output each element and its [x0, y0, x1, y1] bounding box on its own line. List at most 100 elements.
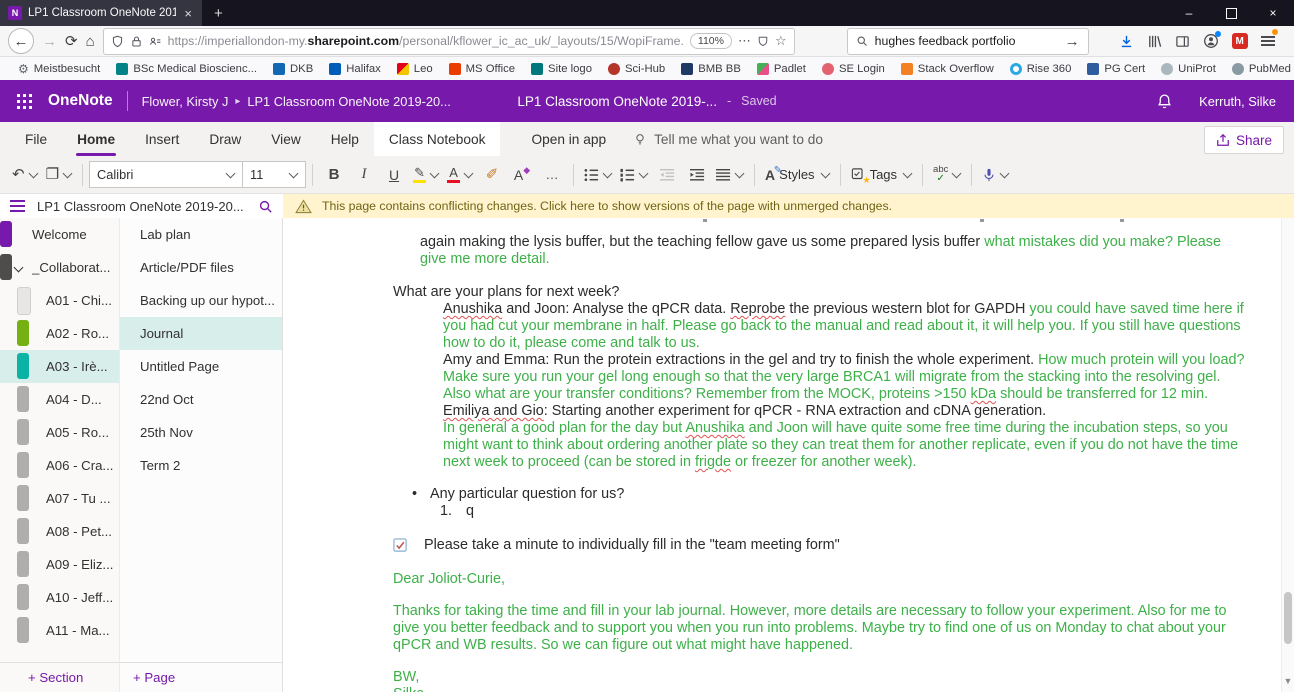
tell-me-box[interactable]: Tell me what you want to do [621, 122, 835, 156]
bookmark-item[interactable]: MS Office [441, 63, 523, 75]
bold-button[interactable]: B [319, 161, 349, 189]
bookmark-item[interactable]: Sci-Hub [600, 63, 673, 75]
tab-close-icon[interactable]: × [182, 6, 194, 21]
browser-tab[interactable]: N LP1 Classroom OneNote 2019- × [0, 0, 202, 26]
sidebar-section-item[interactable]: A08 - Pet... [0, 515, 119, 548]
format-painter-button[interactable]: ✐ [477, 161, 507, 189]
page-content[interactable]: again making the lysis buffer, but the t… [283, 218, 1294, 692]
bookmark-item[interactable]: Rise 360 [1002, 63, 1080, 75]
dictate-button[interactable] [978, 161, 1013, 189]
alignment-button[interactable] [712, 161, 748, 189]
sidebar-page-item[interactable]: Journal [120, 317, 282, 350]
tags-button[interactable]: ★Tags [847, 161, 916, 189]
scrollbar-thumb[interactable] [1284, 592, 1292, 644]
menu-icon[interactable] [1261, 33, 1275, 49]
clear-formatting-button[interactable]: A◆ [507, 161, 537, 189]
tab-draw[interactable]: Draw [194, 122, 256, 156]
notebook-title[interactable]: LP1 Classroom OneNote 2019-20... [37, 199, 246, 214]
library-icon[interactable] [1147, 34, 1162, 49]
sidebar-page-item[interactable]: Lab plan [120, 218, 282, 251]
sidebar-section-item[interactable]: A06 - Cra... [0, 449, 119, 482]
sidebar-page-item[interactable]: Term 2 [120, 449, 282, 482]
sidebar-section-item[interactable]: A07 - Tu ... [0, 482, 119, 515]
back-button[interactable]: ← [8, 28, 34, 54]
spellcheck-button[interactable]: abc✓ [929, 161, 965, 189]
undo-button[interactable]: ↶ [8, 161, 42, 189]
pocket-icon[interactable] [757, 35, 769, 47]
sidebar-section-item[interactable]: _Collaborat... [0, 251, 119, 284]
new-tab-button[interactable]: + [202, 0, 235, 26]
chevron-down-icon[interactable] [14, 263, 24, 273]
maximize-button[interactable] [1210, 0, 1252, 26]
search-go-icon[interactable]: → [1065, 34, 1080, 49]
bookmark-star-icon[interactable]: ☆ [775, 33, 787, 49]
sidebar-section-item[interactable]: Welcome [0, 218, 119, 251]
reload-button[interactable]: ⟳ [65, 34, 78, 49]
tab-help[interactable]: Help [316, 122, 374, 156]
app-launcher-waffle-icon[interactable] [0, 100, 48, 103]
italic-button[interactable]: I [349, 161, 379, 189]
sidebar-section-item[interactable]: A03 - Irè... [0, 350, 119, 383]
bookmark-item[interactable]: Leo [389, 63, 441, 75]
bookmark-item[interactable]: PG Cert [1079, 63, 1153, 75]
font-family-select[interactable]: Calibri [89, 161, 243, 188]
close-button[interactable]: × [1252, 0, 1294, 26]
sidebar-section-item[interactable]: A10 - Jeff... [0, 581, 119, 614]
sidebar-section-item[interactable]: A09 - Eliz... [0, 548, 119, 581]
outdent-button[interactable] [652, 161, 682, 189]
todo-checkbox[interactable] [393, 537, 408, 553]
shield-icon[interactable] [111, 35, 124, 48]
account-icon[interactable] [1203, 33, 1219, 49]
paste-button[interactable]: ❐ [42, 161, 76, 189]
scrollbar-down-arrow[interactable]: ▼ [1282, 673, 1294, 690]
add-page-button[interactable]: + Page [120, 662, 282, 692]
tab-class-notebook[interactable]: Class Notebook [374, 122, 501, 156]
downloads-icon[interactable] [1119, 34, 1134, 49]
bookmark-item[interactable]: SE Login [814, 63, 893, 75]
bookmark-item[interactable]: DKB [265, 63, 321, 75]
sidebar-page-item[interactable]: 22nd Oct [120, 383, 282, 416]
more-formatting-icon[interactable]: … [537, 161, 567, 189]
minimize-button[interactable]: – [1168, 0, 1210, 26]
sidebar-section-item[interactable]: A02 - Ro... [0, 317, 119, 350]
lock-icon[interactable] [130, 35, 143, 48]
bookmark-item[interactable]: Padlet [749, 63, 814, 75]
font-size-select[interactable]: 11 [242, 161, 306, 188]
notebook-search-icon[interactable] [258, 199, 273, 214]
sidebar-section-item[interactable]: A04 - D... [0, 383, 119, 416]
zoom-level-badge[interactable]: 110% [690, 33, 732, 49]
breadcrumb[interactable]: Flower, Kirsty J ▸ LP1 Classroom OneNote… [142, 94, 451, 109]
current-user[interactable]: Kerruth, Silke [1199, 94, 1276, 109]
share-button[interactable]: Share [1204, 126, 1284, 154]
sidebar-toggle-icon[interactable] [1175, 34, 1190, 49]
address-bar[interactable]: https://imperiallondon-my.sharepoint.com… [103, 28, 795, 55]
notebook-menu-icon[interactable] [10, 197, 25, 215]
add-section-button[interactable]: + Section [0, 662, 119, 692]
document-title[interactable]: LP1 Classroom OneNote 2019-... - Saved [517, 94, 776, 109]
bookmark-item[interactable]: BSc Medical Bioscienc... [108, 63, 265, 75]
tab-home[interactable]: Home [62, 122, 130, 156]
bookmark-item[interactable]: Halifax [321, 63, 389, 75]
bookmark-item[interactable]: BMB BB [673, 63, 749, 75]
styles-button[interactable]: A✎Styles [761, 161, 834, 189]
app-name[interactable]: OneNote [48, 92, 113, 110]
bullet-list-button[interactable] [580, 161, 616, 189]
sidebar-section-item[interactable]: A01 - Chi... [0, 284, 119, 317]
permissions-icon[interactable] [149, 35, 162, 48]
conflict-warning-banner[interactable]: This page contains conflicting changes. … [283, 194, 1294, 218]
tab-insert[interactable]: Insert [130, 122, 194, 156]
url-text[interactable]: https://imperiallondon-my.sharepoint.com… [168, 34, 684, 48]
notifications-bell-icon[interactable] [1156, 93, 1173, 110]
sidebar-page-item[interactable]: 25th Nov [120, 416, 282, 449]
home-button[interactable]: ⌂ [86, 34, 95, 49]
bookmark-item[interactable]: PubMed [1224, 63, 1294, 75]
bookmark-item[interactable]: ⚙Meistbesucht [10, 62, 108, 76]
content-scrollbar[interactable]: ▼ [1281, 218, 1294, 692]
search-bar[interactable]: hughes feedback portfolio → [847, 28, 1089, 55]
bookmark-item[interactable]: Site logo [523, 63, 600, 75]
bookmark-item[interactable]: UniProt [1153, 63, 1224, 75]
font-color-button[interactable]: A [443, 161, 477, 189]
page-actions-icon[interactable]: ⋯ [738, 33, 751, 49]
highlighter-button[interactable]: ✎ [409, 161, 443, 189]
tab-file[interactable]: File [10, 122, 62, 156]
